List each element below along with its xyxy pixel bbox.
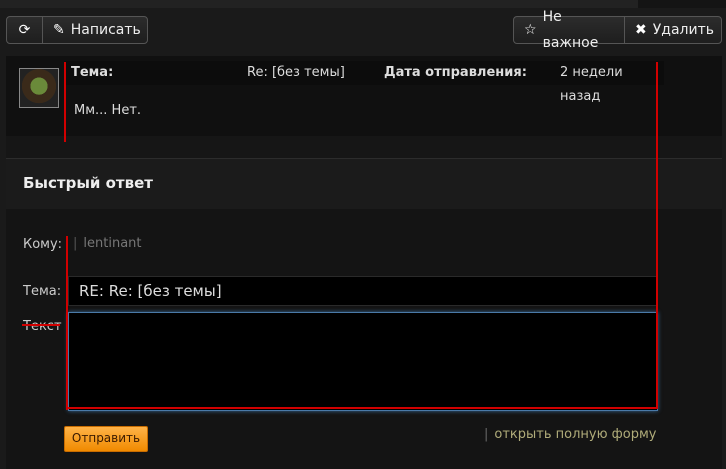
refresh-icon: ⟳: [18, 22, 31, 38]
toolbar: ⟳ ✎ Написать ☆ Не важное ✖ Удалить: [0, 8, 726, 51]
message-body: Мм... Нет.: [74, 103, 142, 118]
annotation-line: [64, 62, 66, 142]
to-label: Кому:: [23, 237, 63, 252]
delete-label: Удалить: [652, 22, 714, 38]
subject-value: Re: [без темы]: [247, 65, 345, 80]
top-strip: [0, 0, 726, 8]
pencil-icon: ✎: [53, 22, 65, 38]
annotation-line: [66, 236, 68, 410]
annotation-line: [66, 407, 658, 409]
refresh-button[interactable]: ⟳: [6, 16, 43, 44]
section-divider: [6, 136, 722, 158]
date-label: Дата отправления:: [384, 65, 527, 80]
quick-reply-panel: Быстрый ответ Кому: |lentinant Тема: Тек…: [6, 158, 722, 469]
date-value: 2 недели назад: [560, 65, 623, 104]
delete-button[interactable]: ✖ Удалить: [624, 16, 722, 44]
avatar[interactable]: [19, 68, 59, 108]
star-outline-icon: ☆: [524, 22, 537, 38]
quick-reply-title: Быстрый ответ: [23, 174, 153, 192]
subject-field-label: Тема:: [23, 284, 62, 299]
subject-label: Тема:: [71, 65, 114, 80]
annotation-strike: [22, 324, 60, 326]
not-important-label: Не важное: [542, 9, 599, 51]
compose-button[interactable]: ✎ Написать: [42, 16, 148, 44]
annotation-line: [656, 62, 658, 408]
send-button[interactable]: Отправить: [64, 426, 148, 452]
text-label: Текст: [23, 319, 62, 334]
compose-label: Написать: [70, 22, 141, 38]
open-full-form-label: открыть полную форму: [494, 427, 657, 442]
message-textarea[interactable]: [68, 312, 658, 411]
subject-input[interactable]: [68, 276, 658, 306]
open-full-form-link[interactable]: | открыть полную форму: [484, 427, 657, 442]
message-item: Тема: Re: [без темы] Дата отправления: 2…: [6, 56, 722, 136]
recipient-field[interactable]: | lentinant: [73, 236, 142, 251]
recipient-value: lentinant: [83, 236, 142, 251]
message-header: Тема: Re: [без темы] Дата отправления: 2…: [64, 61, 664, 104]
close-icon: ✖: [635, 22, 647, 38]
not-important-button[interactable]: ☆ Не важное: [513, 9, 625, 51]
